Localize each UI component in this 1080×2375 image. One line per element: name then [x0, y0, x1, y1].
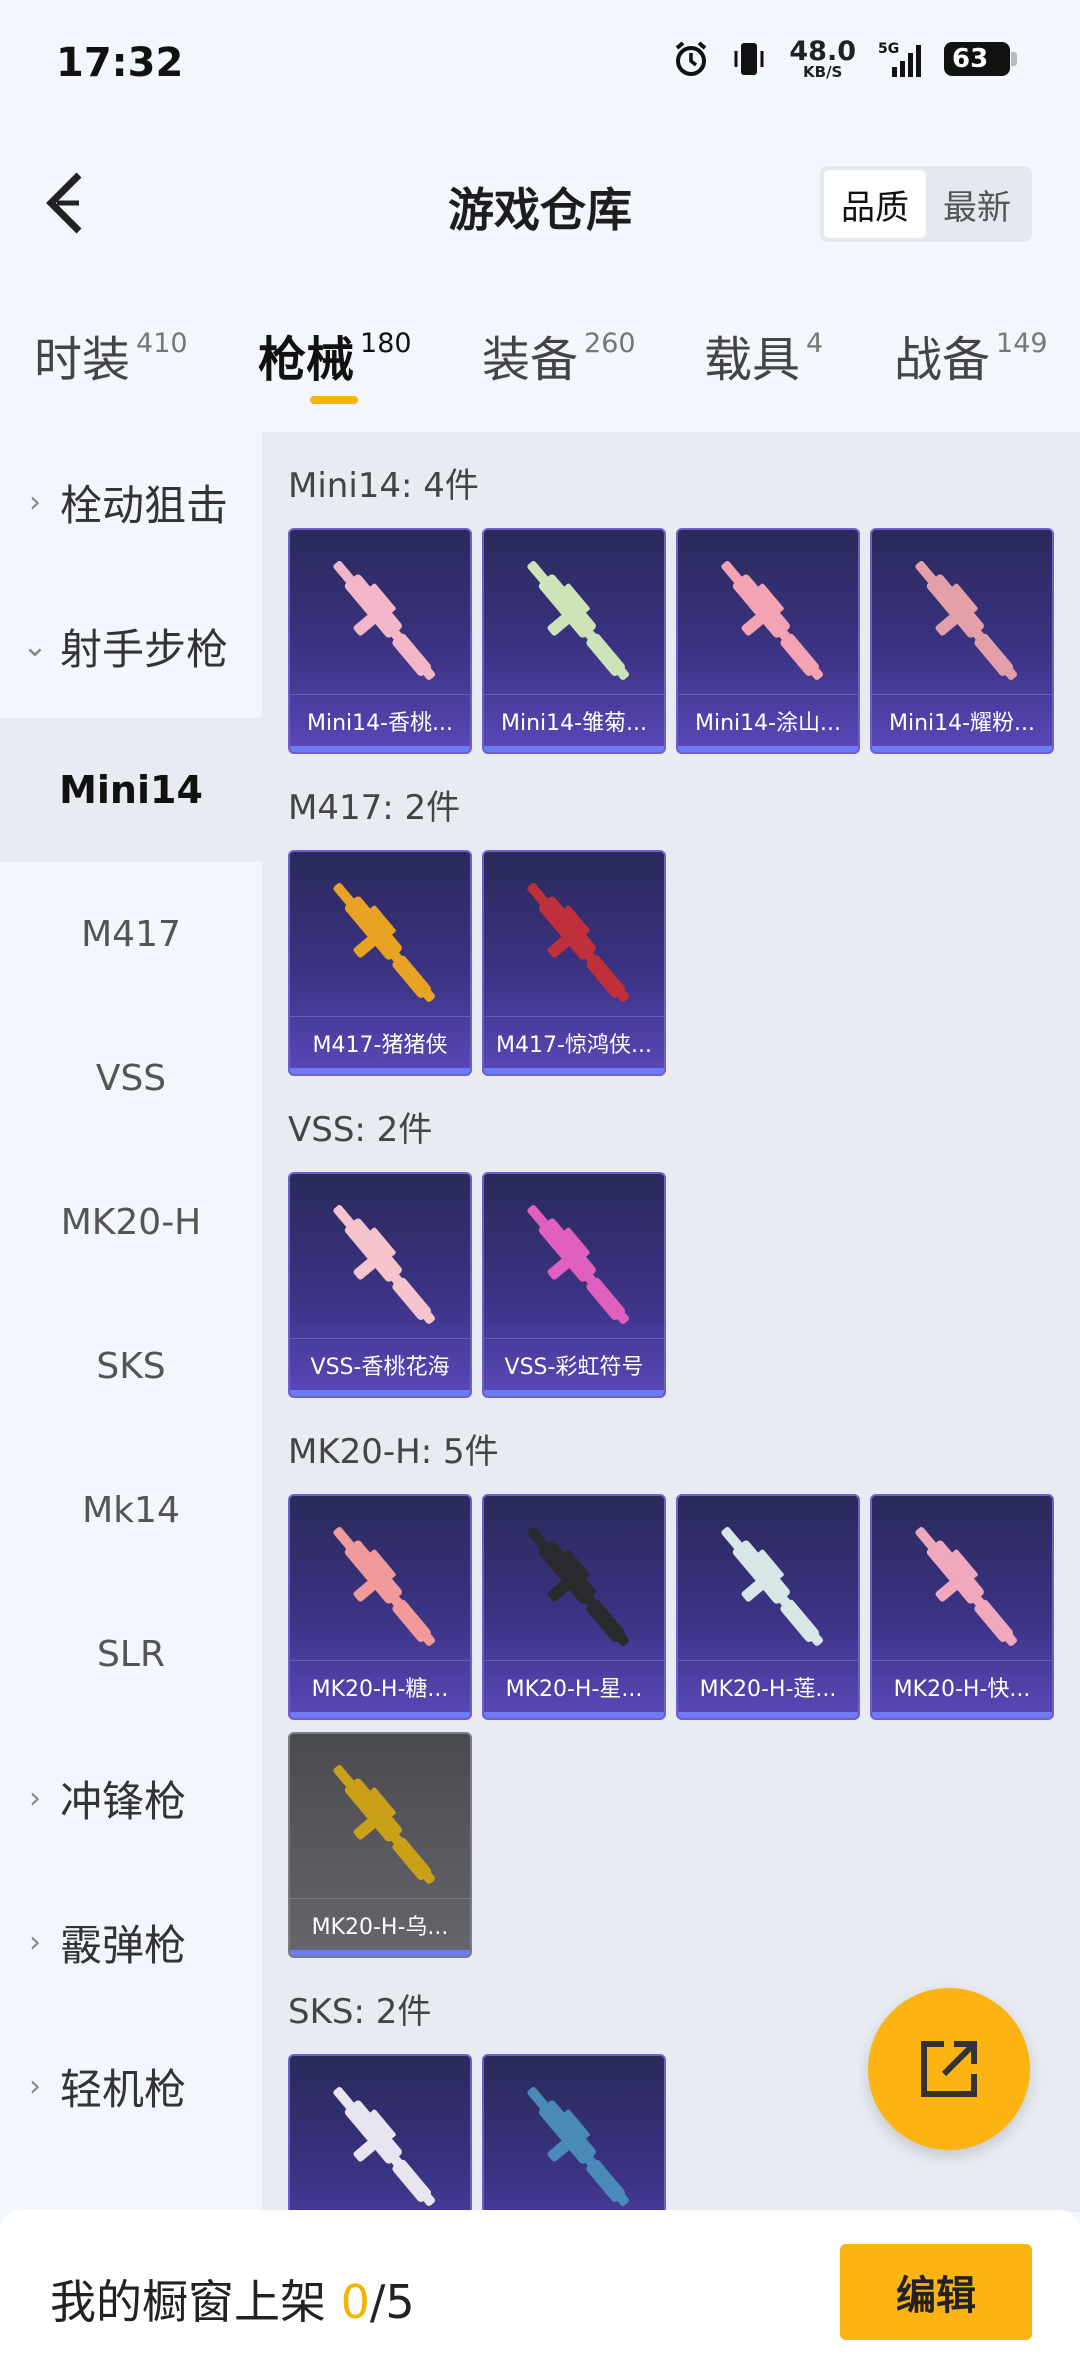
tab-equipment[interactable]: 装备 260 — [482, 320, 636, 410]
weapon-card[interactable]: MK20-H-快... — [870, 1494, 1054, 1720]
weapon-card[interactable]: MK20-H-莲... — [676, 1494, 860, 1720]
sidebar-group-dmr[interactable]: ⌄ 射手步枪 — [0, 574, 262, 718]
weapon-card[interactable]: Mini14-雏菊... — [482, 528, 666, 754]
tab-vehicles[interactable]: 载具 4 — [704, 320, 823, 410]
edit-button[interactable]: 编辑 — [840, 2244, 1032, 2340]
chevron-right-icon: › — [29, 1780, 41, 1816]
battery-indicator: 63 — [944, 42, 1017, 76]
weapon-card[interactable]: MK20-H-糖... — [288, 1494, 472, 1720]
sidebar-item-sks[interactable]: SKS — [0, 1294, 262, 1438]
sidebar-group-bolt-sniper[interactable]: › 栓动狙击 — [0, 430, 262, 574]
rifle-icon — [915, 561, 1017, 680]
weapon-card[interactable]: VSS-香桃花海 — [288, 1172, 472, 1398]
sidebar-item-mk20h[interactable]: MK20-H — [0, 1150, 262, 1294]
section-title-sks: SKS: 2件 — [288, 1992, 432, 2032]
rifle-icon — [333, 1527, 435, 1646]
sidebar-item-vss[interactable]: VSS — [0, 1006, 262, 1150]
sidebar-item-m417[interactable]: M417 — [0, 862, 262, 1006]
rifle-icon — [527, 1527, 629, 1646]
category-tabs: 时装 410 枪械 180 装备 260 载具 4 战备 149 — [0, 320, 1080, 410]
rifle-icon — [527, 561, 629, 680]
rifle-icon — [333, 883, 435, 1002]
bottom-bar: 我的橱窗上架 0/5 编辑 — [0, 2210, 1080, 2375]
sort-newest-button[interactable]: 最新 — [926, 170, 1028, 238]
chevron-right-icon: › — [29, 484, 41, 520]
weapon-card[interactable]: M417-惊鸿侠... — [482, 850, 666, 1076]
weapon-sidebar: › 栓动狙击 ⌄ 射手步枪 Mini14 M417 VSS MK20-H SKS… — [0, 430, 262, 2210]
share-icon — [921, 2041, 977, 2097]
weapon-card[interactable]: Mini14-香桃... — [288, 528, 472, 754]
rifle-icon — [721, 561, 823, 680]
weapon-card[interactable] — [482, 2054, 666, 2212]
rifle-icon — [915, 1527, 1017, 1646]
sidebar-group-lmg[interactable]: › 轻机枪 — [0, 2014, 262, 2158]
header: 游戏仓库 品质 最新 — [0, 150, 1080, 260]
rifle-icon — [527, 2087, 629, 2206]
network-speed: 48.0 KB/S — [789, 36, 856, 81]
weapon-card[interactable]: MK20-H-星... — [482, 1494, 666, 1720]
sort-quality-button[interactable]: 品质 — [824, 170, 926, 238]
chevron-right-icon: › — [29, 1924, 41, 1960]
sidebar-item-slr[interactable]: SLR — [0, 1582, 262, 1726]
weapon-card[interactable]: MK20-H-乌... — [288, 1732, 472, 1958]
rifle-icon — [333, 1205, 435, 1324]
showcase-used-count: 0 — [340, 2275, 370, 2329]
rifle-icon — [333, 2087, 435, 2206]
tab-supplies[interactable]: 战备 149 — [894, 320, 1048, 410]
chevron-down-icon: ⌄ — [22, 628, 48, 664]
status-icons: 48.0 KB/S 5G 63 — [673, 36, 1017, 81]
weapon-card[interactable]: VSS-彩虹符号 — [482, 1172, 666, 1398]
sidebar-item-mini14[interactable]: Mini14 — [0, 718, 262, 862]
weapon-card[interactable]: Mini14-涂山... — [676, 528, 860, 754]
rifle-icon — [333, 561, 435, 680]
rifle-icon — [527, 883, 629, 1002]
section-title-vss: VSS: 2件 — [288, 1110, 433, 1150]
weapon-grid: Mini14: 4件 Mini14-香桃... Mini14-雏菊... Min… — [262, 432, 1080, 2212]
sidebar-group-smg[interactable]: › 冲锋枪 — [0, 1726, 262, 1870]
sidebar-item-mk14[interactable]: Mk14 — [0, 1438, 262, 1582]
weapon-card[interactable]: M417-猪猪侠 — [288, 850, 472, 1076]
section-title-mk20h: MK20-H: 5件 — [288, 1432, 499, 1472]
showcase-total: /5 — [369, 2275, 415, 2329]
signal-5g-icon: 5G — [878, 41, 921, 77]
chevron-right-icon: › — [29, 2068, 41, 2104]
alarm-icon — [676, 41, 707, 76]
weapon-card[interactable] — [288, 2054, 472, 2212]
section-title-mini14: Mini14: 4件 — [288, 466, 479, 506]
share-button[interactable] — [868, 1988, 1030, 2150]
tab-fashion[interactable]: 时装 410 — [34, 320, 188, 410]
tab-active-indicator — [310, 396, 358, 404]
rifle-icon — [721, 1527, 823, 1646]
svg-text:5G: 5G — [878, 41, 899, 57]
rifle-icon — [527, 1205, 629, 1324]
vibrate-icon — [734, 43, 764, 75]
sidebar-group-shotgun[interactable]: › 霰弹枪 — [0, 1870, 262, 2014]
section-title-m417: M417: 2件 — [288, 788, 461, 828]
status-time: 17:32 — [56, 40, 184, 86]
showcase-status: 我的橱窗上架 0/5 — [50, 2275, 415, 2329]
rifle-icon — [333, 1765, 435, 1884]
status-bar: 17:32 48.0 KB/S 5G 63 — [0, 0, 1080, 130]
weapon-card[interactable]: Mini14-耀粉... — [870, 528, 1054, 754]
sort-toggle: 品质 最新 — [820, 166, 1032, 242]
